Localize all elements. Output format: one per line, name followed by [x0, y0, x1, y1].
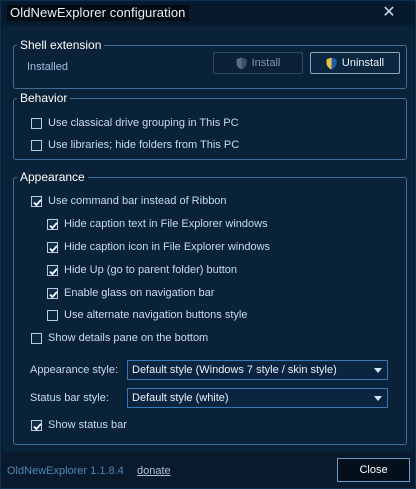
- version-text: OldNewExplorer 1.1.8.4: [7, 465, 124, 477]
- checkbox-box[interactable]: [31, 333, 42, 344]
- status-bar-style-label: Status bar style:: [30, 392, 109, 404]
- install-button[interactable]: Install: [213, 52, 303, 74]
- window-close-icon[interactable]: ✕: [380, 4, 398, 22]
- status-bar-style-value: Default style (white): [132, 392, 229, 404]
- checkbox-hide-caption-icon[interactable]: Hide caption icon in File Explorer windo…: [47, 241, 270, 254]
- checkbox-label: Show status bar: [48, 419, 127, 431]
- checkbox-label: Use alternate navigation buttons style: [64, 309, 248, 321]
- checkbox-details-pane-bottom[interactable]: Show details pane on the bottom: [31, 332, 208, 345]
- checkbox-box[interactable]: [31, 140, 42, 151]
- donate-link[interactable]: donate: [137, 465, 171, 477]
- chevron-down-icon: [374, 396, 382, 401]
- uninstall-button-label: Uninstall: [341, 57, 385, 69]
- checkmark-icon: [49, 245, 58, 253]
- checkbox-alternate-nav-buttons[interactable]: Use alternate navigation buttons style: [47, 309, 247, 322]
- checkbox-box[interactable]: [31, 118, 42, 129]
- checkbox-label: Hide caption icon in File Explorer windo…: [64, 241, 271, 253]
- checkbox-show-status-bar[interactable]: Show status bar: [31, 419, 127, 432]
- checkbox-label: Show details pane on the bottom: [48, 332, 209, 344]
- checkbox-label: Hide Up (go to parent folder) button: [64, 264, 238, 276]
- status-bar-style-dropdown[interactable]: Default style (white): [127, 388, 388, 408]
- install-button-label: Install: [251, 57, 281, 69]
- title-bar[interactable]: OldNewExplorer configuration ✕: [1, 1, 415, 25]
- checkbox-label: Use libraries; hide folders from This PC: [48, 139, 240, 151]
- dialog-footer: OldNewExplorer 1.1.8.4 donate Close: [2, 452, 414, 488]
- close-button[interactable]: Close: [337, 458, 410, 482]
- uac-shield-icon: [326, 57, 337, 69]
- checkbox-label: Use command bar instead of Ribbon: [48, 195, 227, 207]
- checkbox-box[interactable]: [31, 420, 42, 431]
- uac-shield-icon: [236, 57, 247, 69]
- checkmark-icon: [49, 268, 58, 276]
- checkmark-icon: [33, 423, 42, 431]
- checkbox-label: Enable glass on navigation bar: [64, 287, 215, 299]
- config-window: OldNewExplorer configuration ✕ Shell ext…: [0, 0, 416, 489]
- checkbox-box[interactable]: [31, 196, 42, 207]
- dialog-body: Shell extension Installed Install Uninst…: [2, 25, 414, 452]
- chevron-down-icon: [374, 368, 382, 373]
- checkbox-hide-caption-text[interactable]: Hide caption text in File Explorer windo…: [47, 218, 268, 231]
- appearance-legend: Appearance: [20, 170, 85, 184]
- appearance-style-value: Default style (Windows 7 style / skin st…: [132, 364, 337, 376]
- checkbox-box[interactable]: [47, 265, 58, 276]
- checkmark-icon: [33, 199, 42, 207]
- checkbox-use-libraries[interactable]: Use libraries; hide folders from This PC: [31, 139, 239, 152]
- checkmark-icon: [49, 291, 58, 299]
- checkmark-icon: [49, 222, 58, 230]
- checkbox-hide-up-button[interactable]: Hide Up (go to parent folder) button: [47, 264, 237, 277]
- checkbox-box[interactable]: [47, 310, 58, 321]
- checkbox-box[interactable]: [47, 288, 58, 299]
- appearance-style-dropdown[interactable]: Default style (Windows 7 style / skin st…: [127, 360, 388, 380]
- shell-extension-legend: Shell extension: [20, 38, 102, 52]
- checkbox-enable-glass[interactable]: Enable glass on navigation bar: [47, 287, 214, 300]
- checkbox-label: Use classical drive grouping in This PC: [48, 117, 239, 129]
- behavior-legend: Behavior: [20, 91, 68, 105]
- appearance-style-label: Appearance style:: [30, 364, 119, 376]
- checkbox-box[interactable]: [47, 219, 58, 230]
- install-status: Installed: [27, 61, 68, 73]
- checkbox-box[interactable]: [47, 242, 58, 253]
- uninstall-button[interactable]: Uninstall: [310, 52, 400, 74]
- checkbox-label: Hide caption text in File Explorer windo…: [64, 218, 268, 230]
- checkbox-classical-drive-grouping[interactable]: Use classical drive grouping in This PC: [31, 117, 239, 130]
- checkbox-use-command-bar[interactable]: Use command bar instead of Ribbon: [31, 195, 227, 208]
- window-title: OldNewExplorer configuration: [7, 5, 189, 21]
